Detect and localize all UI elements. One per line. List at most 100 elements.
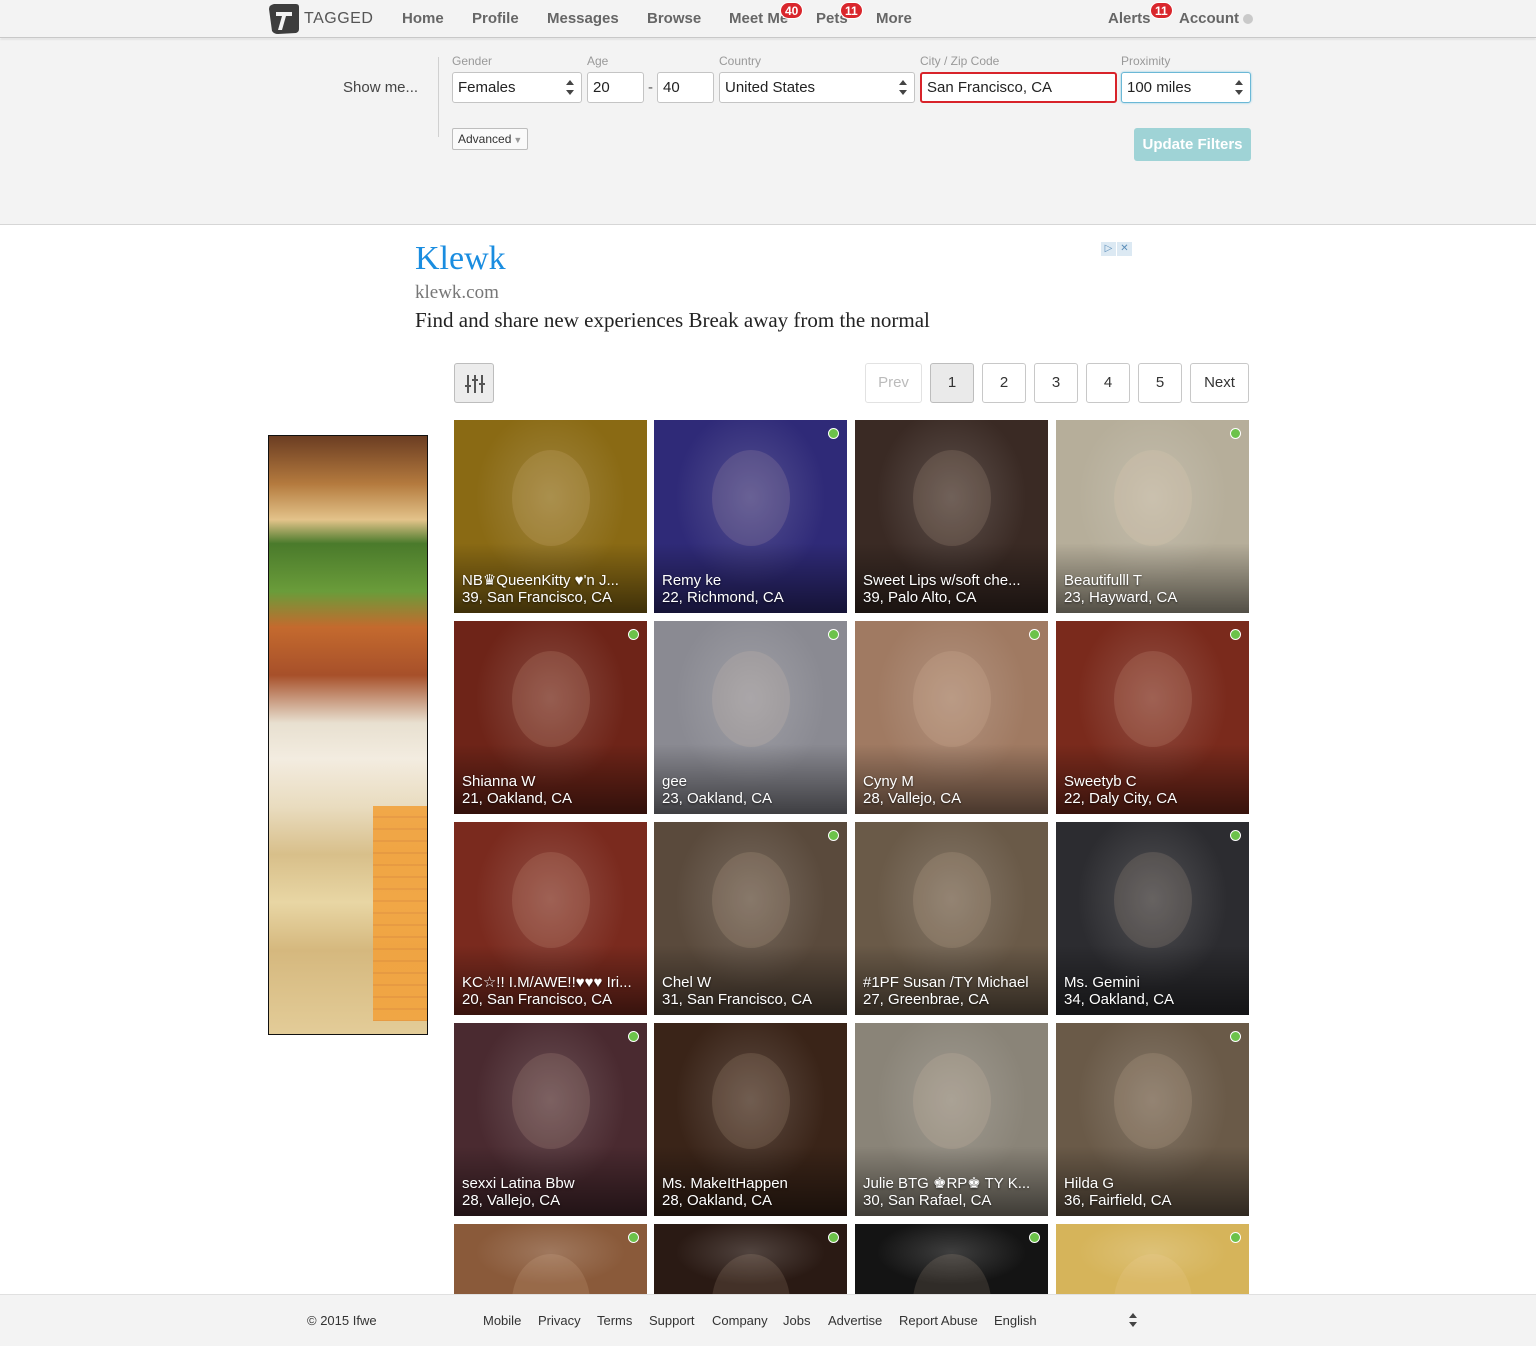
- footer-link-report-abuse[interactable]: Report Abuse: [899, 1313, 978, 1328]
- footer-link-jobs[interactable]: Jobs: [783, 1313, 810, 1328]
- age-label: Age: [587, 54, 609, 68]
- adchoices-close-icon[interactable]: ✕: [1117, 242, 1132, 256]
- pagination-page-2[interactable]: 2: [982, 363, 1026, 403]
- member-card[interactable]: #1PF Susan /TY Michael 27, Greenbrae, CA: [855, 822, 1048, 1015]
- age-min-input[interactable]: 20: [587, 72, 644, 103]
- member-photo: [913, 651, 991, 747]
- footer-link-privacy[interactable]: Privacy: [538, 1313, 581, 1328]
- member-name[interactable]: Cyny M: [863, 773, 1042, 790]
- country-select[interactable]: United States: [719, 72, 915, 103]
- pagination-prev[interactable]: Prev: [865, 363, 922, 403]
- member-name[interactable]: Chel W: [662, 974, 841, 991]
- gender-select[interactable]: Females: [452, 72, 582, 103]
- member-card[interactable]: [654, 1224, 847, 1294]
- member-card[interactable]: Beautifulll T 23, Hayward, CA: [1056, 420, 1249, 613]
- member-name[interactable]: sexxi Latina Bbw: [462, 1175, 641, 1192]
- member-name[interactable]: #1PF Susan /TY Michael: [863, 974, 1042, 991]
- member-name[interactable]: gee: [662, 773, 841, 790]
- member-card[interactable]: [454, 1224, 647, 1294]
- side-ad-graphic: [373, 806, 427, 1021]
- member-card[interactable]: Hilda G 36, Fairfield, CA: [1056, 1023, 1249, 1216]
- member-name[interactable]: Ms. Gemini: [1064, 974, 1243, 991]
- member-name[interactable]: Remy ke: [662, 572, 841, 589]
- member-age-location: 39, San Francisco, CA: [462, 589, 613, 606]
- member-card[interactable]: Remy ke 22, Richmond, CA: [654, 420, 847, 613]
- member-card[interactable]: Sweet Lips w/soft che... 39, Palo Alto, C…: [855, 420, 1048, 613]
- member-age-location: 27, Greenbrae, CA: [863, 991, 989, 1008]
- logo-text: TAGGED: [304, 10, 374, 27]
- member-card[interactable]: KC☆!! I.M/AWE!!♥♥♥ Iri... 20, San Francis…: [454, 822, 647, 1015]
- member-card[interactable]: gee 23, Oakland, CA: [654, 621, 847, 814]
- ad-title[interactable]: Klewk: [415, 240, 1135, 278]
- language-select-arrows-icon[interactable]: [1128, 1313, 1138, 1329]
- member-card[interactable]: [855, 1224, 1048, 1294]
- member-card[interactable]: NB♛QueenKitty ♥'n J... 39, San Francisco,…: [454, 420, 647, 613]
- account-status-icon: [1243, 14, 1253, 24]
- meet-me-badge: 40: [780, 2, 804, 19]
- pagination-next[interactable]: Next: [1190, 363, 1249, 403]
- member-name[interactable]: Hilda G: [1064, 1175, 1243, 1192]
- pagination-page-1[interactable]: 1: [930, 363, 974, 403]
- member-name[interactable]: Julie BTG ♚RP♚ TY K...: [863, 1174, 1042, 1192]
- nav-home[interactable]: Home: [402, 10, 444, 27]
- side-banner-ad[interactable]: [268, 435, 428, 1035]
- nav-browse[interactable]: Browse: [647, 10, 701, 27]
- member-name[interactable]: Sweet Lips w/soft che...: [863, 572, 1042, 589]
- footer-link-terms[interactable]: Terms: [597, 1313, 632, 1328]
- member-photo: [712, 852, 790, 948]
- city-label: City / Zip Code: [920, 54, 1000, 68]
- filter-settings-button[interactable]: [454, 363, 494, 403]
- member-name[interactable]: Sweetyb C: [1064, 773, 1243, 790]
- pagination-page-4[interactable]: 4: [1086, 363, 1130, 403]
- member-photo: [512, 651, 590, 747]
- member-age-location: 23, Hayward, CA: [1064, 589, 1178, 606]
- member-photo: [913, 1254, 991, 1294]
- member-card[interactable]: Sweetyb C 22, Daly City, CA: [1056, 621, 1249, 814]
- member-name[interactable]: KC☆!! I.M/AWE!!♥♥♥ Iri...: [462, 973, 641, 991]
- pagination-page-5[interactable]: 5: [1138, 363, 1182, 403]
- city-zip-input[interactable]: San Francisco, CA: [920, 72, 1117, 103]
- member-card[interactable]: Julie BTG ♚RP♚ TY K... 30, San Rafael, CA: [855, 1023, 1048, 1216]
- update-filters-button[interactable]: Update Filters: [1134, 128, 1251, 161]
- nav-profile[interactable]: Profile: [472, 10, 519, 27]
- online-status-icon: [628, 1031, 639, 1042]
- member-card[interactable]: [1056, 1224, 1249, 1294]
- online-status-icon: [828, 830, 839, 841]
- member-name[interactable]: Beautifulll T: [1064, 572, 1243, 589]
- footer-link-mobile[interactable]: Mobile: [483, 1313, 521, 1328]
- show-me-label: Show me...: [343, 79, 419, 96]
- nav-more[interactable]: More: [876, 10, 912, 27]
- member-name[interactable]: NB♛QueenKitty ♥'n J...: [462, 571, 641, 589]
- member-photo: [512, 1254, 590, 1294]
- nav-messages[interactable]: Messages: [547, 10, 619, 27]
- member-card[interactable]: sexxi Latina Bbw 28, Vallejo, CA: [454, 1023, 647, 1216]
- member-name[interactable]: Ms. MakeItHappen: [662, 1175, 841, 1192]
- member-photo: [1114, 1254, 1192, 1294]
- online-status-icon: [1029, 1232, 1040, 1243]
- member-photo: [512, 1053, 590, 1149]
- pagination-page-3[interactable]: 3: [1034, 363, 1078, 403]
- nav-alerts[interactable]: Alerts: [1108, 10, 1151, 27]
- member-card[interactable]: Chel W 31, San Francisco, CA: [654, 822, 847, 1015]
- proximity-select[interactable]: 100 miles: [1121, 72, 1251, 103]
- member-card[interactable]: Ms. MakeItHappen 28, Oakland, CA: [654, 1023, 847, 1216]
- text-advertisement[interactable]: Klewk klewk.com Find and share new exper…: [415, 240, 1135, 333]
- member-card[interactable]: Shianna W 21, Oakland, CA: [454, 621, 647, 814]
- footer-link-support[interactable]: Support: [649, 1313, 695, 1328]
- tagged-logo[interactable]: TAGGED: [268, 3, 373, 35]
- member-photo: [712, 1053, 790, 1149]
- footer-link-company[interactable]: Company: [712, 1313, 768, 1328]
- member-photo: [1114, 852, 1192, 948]
- language-select[interactable]: English: [994, 1313, 1037, 1328]
- advanced-filters-button[interactable]: Advanced ▼: [452, 128, 529, 150]
- member-name[interactable]: Shianna W: [462, 773, 641, 790]
- adchoices-icon[interactable]: ▷ ✕: [1101, 242, 1133, 256]
- member-card[interactable]: Ms. Gemini 34, Oakland, CA: [1056, 822, 1249, 1015]
- sliders-icon: [465, 375, 485, 393]
- nav-account[interactable]: Account: [1179, 10, 1239, 27]
- age-max-input[interactable]: 40: [657, 72, 714, 103]
- adchoices-play-icon[interactable]: ▷: [1101, 242, 1116, 256]
- member-age-location: 23, Oakland, CA: [662, 790, 773, 807]
- member-card[interactable]: Cyny M 28, Vallejo, CA: [855, 621, 1048, 814]
- footer-link-advertise[interactable]: Advertise: [828, 1313, 882, 1328]
